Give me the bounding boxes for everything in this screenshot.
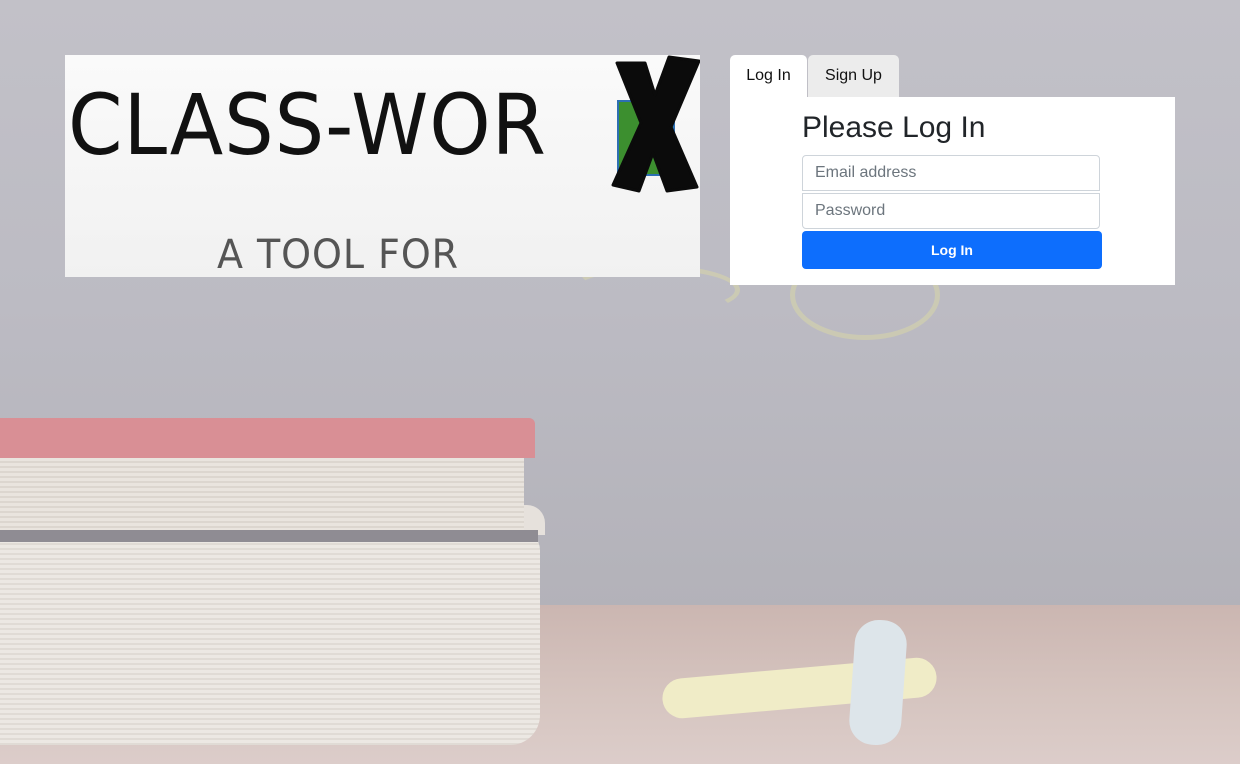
classworx-logo: CLASS-WOR A TOOL FOR TEACHERS [65, 55, 700, 277]
email-field[interactable] [802, 155, 1100, 191]
logo-x-mark-icon [611, 55, 700, 193]
chalk-blue [847, 618, 909, 747]
logo-wordmark: CLASS-WOR [68, 76, 547, 174]
login-button[interactable]: Log In [802, 231, 1102, 269]
top-book [0, 418, 538, 542]
login-panel: Please Log In Log In [730, 97, 1175, 285]
logo-tagline: A TOOL FOR TEACHERS [217, 232, 460, 277]
tab-log-in[interactable]: Log In [730, 55, 807, 97]
tab-sign-up[interactable]: Sign Up [808, 55, 899, 97]
login-heading: Please Log In [802, 111, 986, 144]
password-field[interactable] [802, 193, 1100, 229]
